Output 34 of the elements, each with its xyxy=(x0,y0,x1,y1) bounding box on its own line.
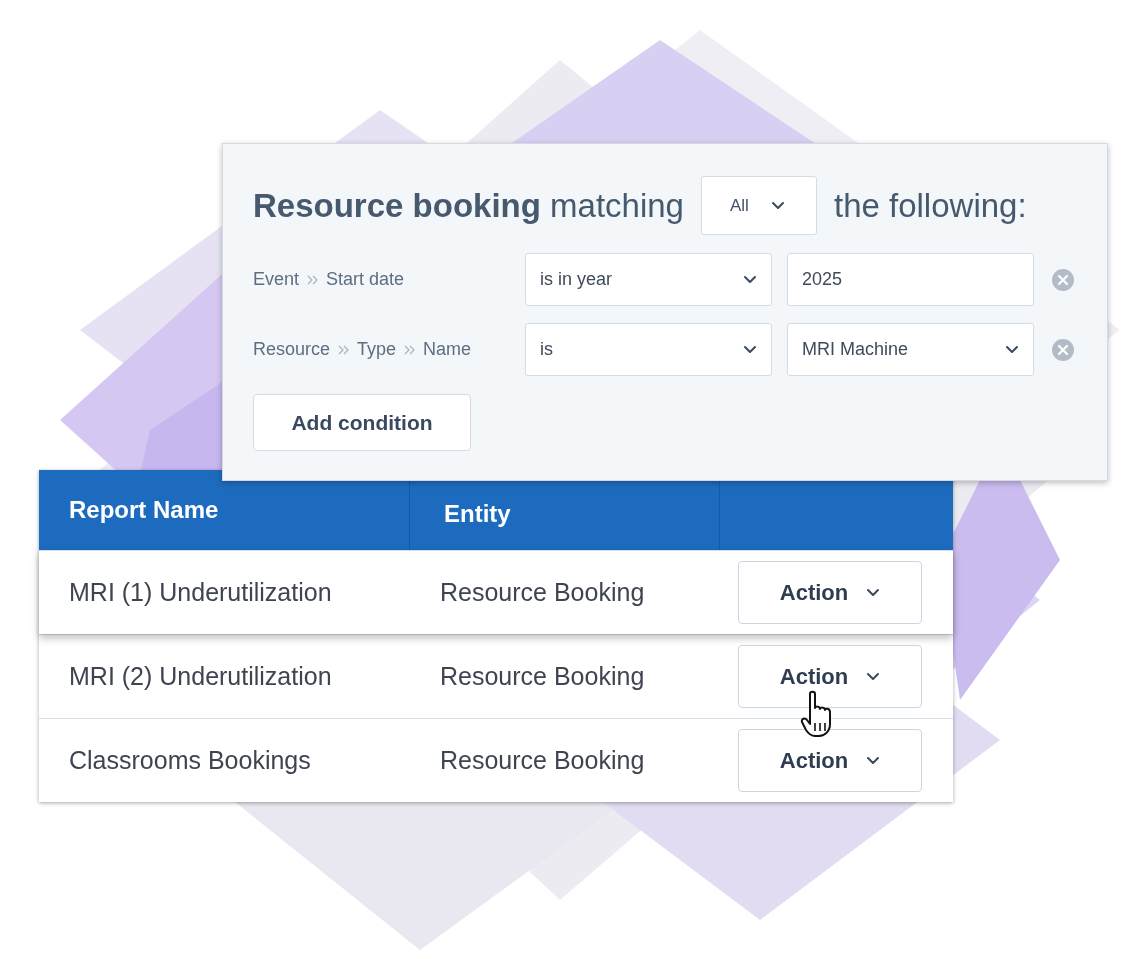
operator-dropdown[interactable]: is in year xyxy=(525,253,772,306)
clear-icon[interactable] xyxy=(1052,268,1074,291)
field-path-label: Resource xyxy=(253,339,331,360)
breadcrumb-separator-icon xyxy=(338,344,350,355)
chevron-down-icon xyxy=(866,756,881,765)
match-dropdown[interactable]: All xyxy=(700,176,817,235)
filter-title: Resource booking matching xyxy=(253,186,684,225)
breadcrumb-separator-icon xyxy=(307,274,319,285)
table-cell-text: Resource Booking xyxy=(439,578,646,607)
chevron-down-icon xyxy=(866,672,881,681)
chevron-down-icon xyxy=(866,588,881,597)
action-button[interactable]: Action xyxy=(738,645,922,708)
chevron-down-icon xyxy=(770,201,785,210)
breadcrumb-separator-icon xyxy=(404,344,416,355)
table-cell-text: Resource Booking xyxy=(439,662,646,691)
chevron-down-icon xyxy=(743,275,757,284)
add-condition-button[interactable]: Add condition xyxy=(253,394,471,451)
field-path-label: Event xyxy=(253,269,300,290)
action-button[interactable]: Action xyxy=(738,729,922,792)
table-cell-text: MRI (2) Underutilization xyxy=(68,662,333,691)
table-cell-text: Resource Booking xyxy=(439,746,646,775)
action-button[interactable]: Action xyxy=(738,561,922,624)
operator-dropdown[interactable]: is xyxy=(525,323,772,376)
value-dropdown[interactable]: MRI Machine xyxy=(787,323,1034,376)
field-path-label: Type xyxy=(357,339,397,360)
chevron-down-icon xyxy=(1005,345,1019,354)
filter-title-end: the following: xyxy=(833,186,1027,225)
table-cell-text: MRI (1) Underutilization xyxy=(68,578,333,607)
value-input[interactable]: 2025 xyxy=(787,253,1034,306)
field-path-label: Name xyxy=(423,339,472,360)
field-path-label: Start date xyxy=(326,269,405,290)
table-cell-text: Classrooms Bookings xyxy=(68,746,312,775)
chevron-down-icon xyxy=(743,345,757,354)
clear-icon[interactable] xyxy=(1052,338,1074,361)
